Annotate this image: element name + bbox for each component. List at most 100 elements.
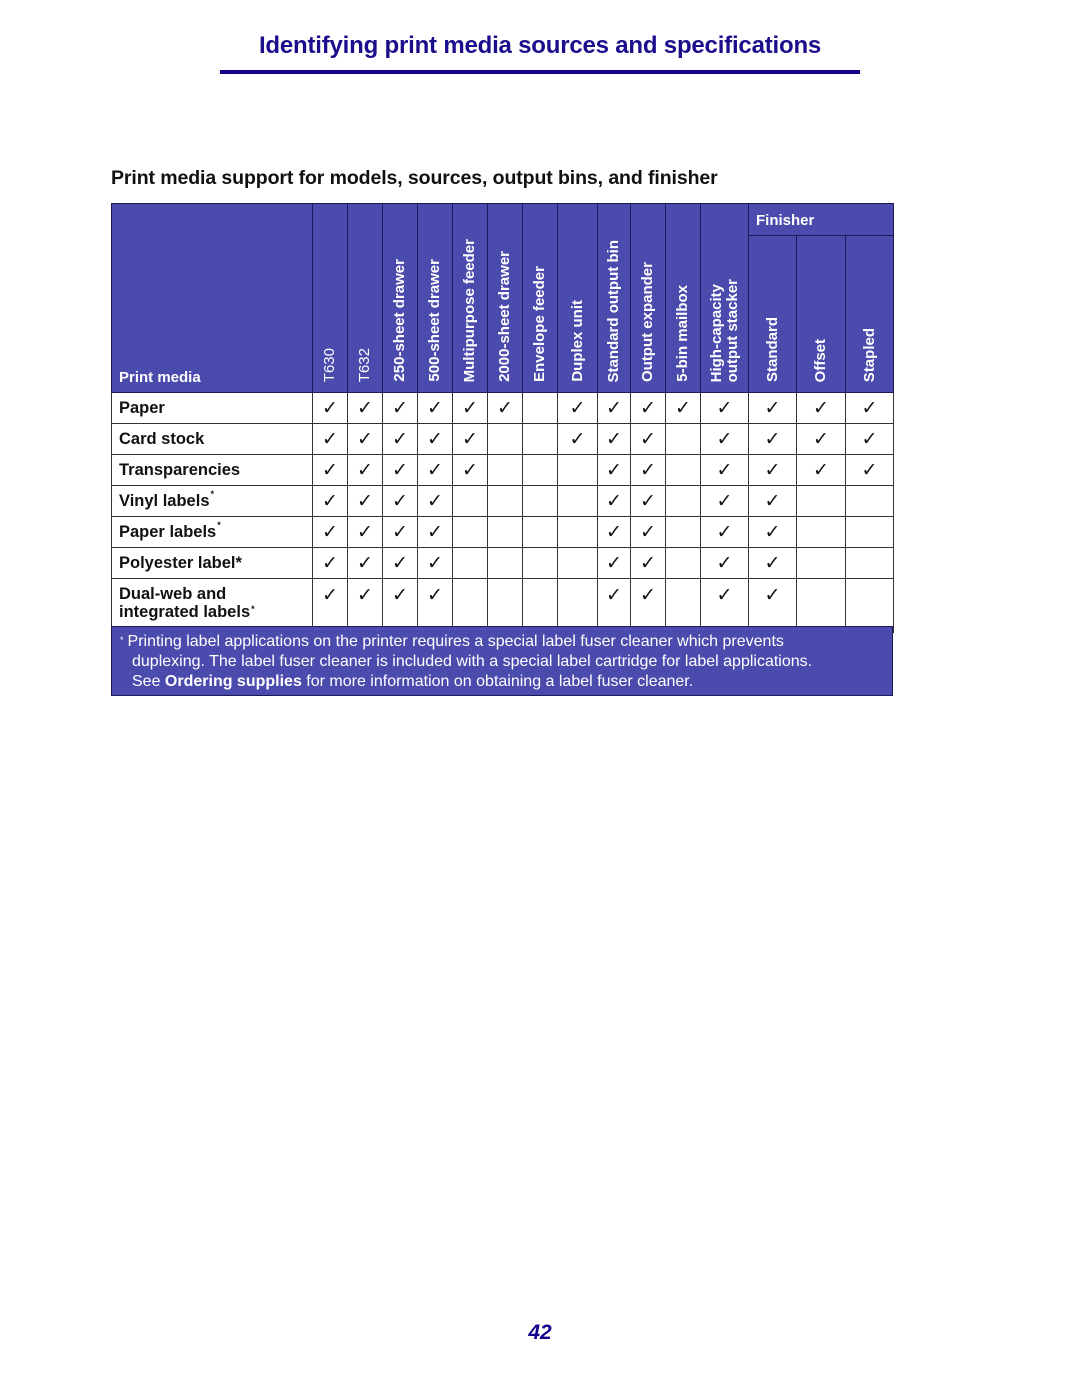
empty-cell <box>487 547 523 579</box>
empty-cell <box>844 485 895 517</box>
column-header-duplex-unit: Duplex unit <box>557 203 598 393</box>
footnote-reference: * <box>217 519 221 530</box>
check-mark-icon: ✓ <box>665 392 701 424</box>
page-number: 42 <box>528 1321 552 1344</box>
check-mark-icon: ✓ <box>597 578 631 633</box>
check-mark-icon: ✓ <box>844 454 895 486</box>
column-header-t630: T630 <box>312 203 348 393</box>
check-mark-icon: ✓ <box>630 423 666 455</box>
empty-cell <box>557 516 598 548</box>
check-mark-icon: ✓ <box>452 392 488 424</box>
empty-cell <box>557 547 598 579</box>
check-mark-icon: ✓ <box>630 392 666 424</box>
empty-cell <box>452 516 488 548</box>
check-mark-icon: ✓ <box>748 454 797 486</box>
column-header-high-capacity-output-stacker: High-capacityoutput stacker <box>700 203 749 393</box>
check-mark-icon: ✓ <box>796 454 846 486</box>
check-mark-icon: ✓ <box>347 392 383 424</box>
column-header-envelope-feeder: Envelope feeder <box>522 203 558 393</box>
print-media-support-table: Print media T630 T632 250-sheet drawer 5… <box>111 203 895 633</box>
check-mark-icon: ✓ <box>452 423 488 455</box>
empty-cell <box>796 578 846 633</box>
check-mark-icon: ✓ <box>382 454 418 486</box>
check-mark-icon: ✓ <box>347 547 383 579</box>
check-mark-icon: ✓ <box>417 392 453 424</box>
check-mark-icon: ✓ <box>347 423 383 455</box>
row-label: Paper <box>111 392 313 424</box>
row-label: Vinyl labels* <box>111 485 313 517</box>
check-mark-icon: ✓ <box>748 578 797 633</box>
check-mark-icon: ✓ <box>597 485 631 517</box>
check-mark-icon: ✓ <box>844 423 895 455</box>
check-mark-icon: ✓ <box>312 516 348 548</box>
check-mark-icon: ✓ <box>487 392 523 424</box>
check-mark-icon: ✓ <box>700 485 749 517</box>
empty-cell <box>487 485 523 517</box>
column-header-500-sheet-drawer: 500-sheet drawer <box>417 203 453 393</box>
check-mark-icon: ✓ <box>748 516 797 548</box>
title-rule <box>220 70 860 74</box>
empty-cell <box>487 454 523 486</box>
check-mark-icon: ✓ <box>597 516 631 548</box>
section-title: Print media support for models, sources,… <box>111 167 718 189</box>
check-mark-icon: ✓ <box>796 423 846 455</box>
check-mark-icon: ✓ <box>347 485 383 517</box>
check-mark-icon: ✓ <box>630 516 666 548</box>
empty-cell <box>844 547 895 579</box>
check-mark-icon: ✓ <box>748 392 797 424</box>
empty-cell <box>522 516 558 548</box>
table-row: Vinyl labels* ✓ ✓ ✓ ✓ ✓ ✓ ✓ ✓ <box>111 485 895 517</box>
check-mark-icon: ✓ <box>630 547 666 579</box>
check-mark-icon: ✓ <box>312 454 348 486</box>
footnote-reference: * <box>210 488 215 499</box>
column-header-finisher-standard: Standard <box>748 235 797 393</box>
row-label: Polyester label* <box>111 547 313 579</box>
empty-cell <box>522 547 558 579</box>
check-mark-icon: ✓ <box>417 516 453 548</box>
table-row: Card stock ✓ ✓ ✓ ✓ ✓ ✓ ✓ ✓ ✓ ✓ ✓ ✓ <box>111 423 895 455</box>
footnote-reference: * <box>251 604 255 614</box>
check-mark-icon: ✓ <box>597 454 631 486</box>
row-label: Paper labels* <box>111 516 313 548</box>
check-mark-icon: ✓ <box>630 454 666 486</box>
empty-cell <box>665 578 701 633</box>
print-media-header: Print media <box>111 203 313 393</box>
check-mark-icon: ✓ <box>557 423 598 455</box>
table-row: Polyester label* ✓ ✓ ✓ ✓ ✓ ✓ ✓ ✓ <box>111 547 895 579</box>
table-row: Dual-web and integrated labels* ✓ ✓ ✓ ✓ ✓ ✓ ✓ ✓ <box>111 578 895 633</box>
ordering-supplies-link[interactable]: Ordering supplies <box>165 673 302 690</box>
check-mark-icon: ✓ <box>312 392 348 424</box>
finisher-group-header: Finisher <box>747 203 895 236</box>
empty-cell <box>522 392 558 424</box>
check-mark-icon: ✓ <box>382 578 418 633</box>
check-mark-icon: ✓ <box>597 423 631 455</box>
check-mark-icon: ✓ <box>630 485 666 517</box>
check-mark-icon: ✓ <box>382 547 418 579</box>
empty-cell <box>487 516 523 548</box>
check-mark-icon: ✓ <box>597 547 631 579</box>
empty-cell <box>452 547 488 579</box>
column-header-multipurpose-feeder: Multipurpose feeder <box>452 203 488 393</box>
check-mark-icon: ✓ <box>748 485 797 517</box>
empty-cell <box>522 454 558 486</box>
empty-cell <box>665 454 701 486</box>
check-mark-icon: ✓ <box>700 516 749 548</box>
check-mark-icon: ✓ <box>796 392 846 424</box>
empty-cell <box>452 578 488 633</box>
check-mark-icon: ✓ <box>844 392 895 424</box>
empty-cell <box>796 547 846 579</box>
check-mark-icon: ✓ <box>312 423 348 455</box>
check-mark-icon: ✓ <box>748 423 797 455</box>
empty-cell <box>665 516 701 548</box>
footnote-marker: * <box>120 635 124 645</box>
check-mark-icon: ✓ <box>700 578 749 633</box>
table-body: Paper ✓ ✓ ✓ ✓ ✓ ✓ ✓ ✓ ✓ ✓ ✓ ✓ ✓ ✓ Card stock ✓ ✓ ✓ ✓ ✓ ✓ ✓ ✓ ✓ ✓ ✓… <box>111 392 895 633</box>
check-mark-icon: ✓ <box>597 392 631 424</box>
column-header-standard-output-bin: Standard output bin <box>597 203 631 393</box>
column-header-output-expander: Output expander <box>630 203 666 393</box>
check-mark-icon: ✓ <box>417 454 453 486</box>
check-mark-icon: ✓ <box>700 392 749 424</box>
empty-cell <box>665 485 701 517</box>
table-row: Paper labels* ✓ ✓ ✓ ✓ ✓ ✓ ✓ ✓ <box>111 516 895 548</box>
table-row: Paper ✓ ✓ ✓ ✓ ✓ ✓ ✓ ✓ ✓ ✓ ✓ ✓ ✓ ✓ <box>111 392 895 424</box>
